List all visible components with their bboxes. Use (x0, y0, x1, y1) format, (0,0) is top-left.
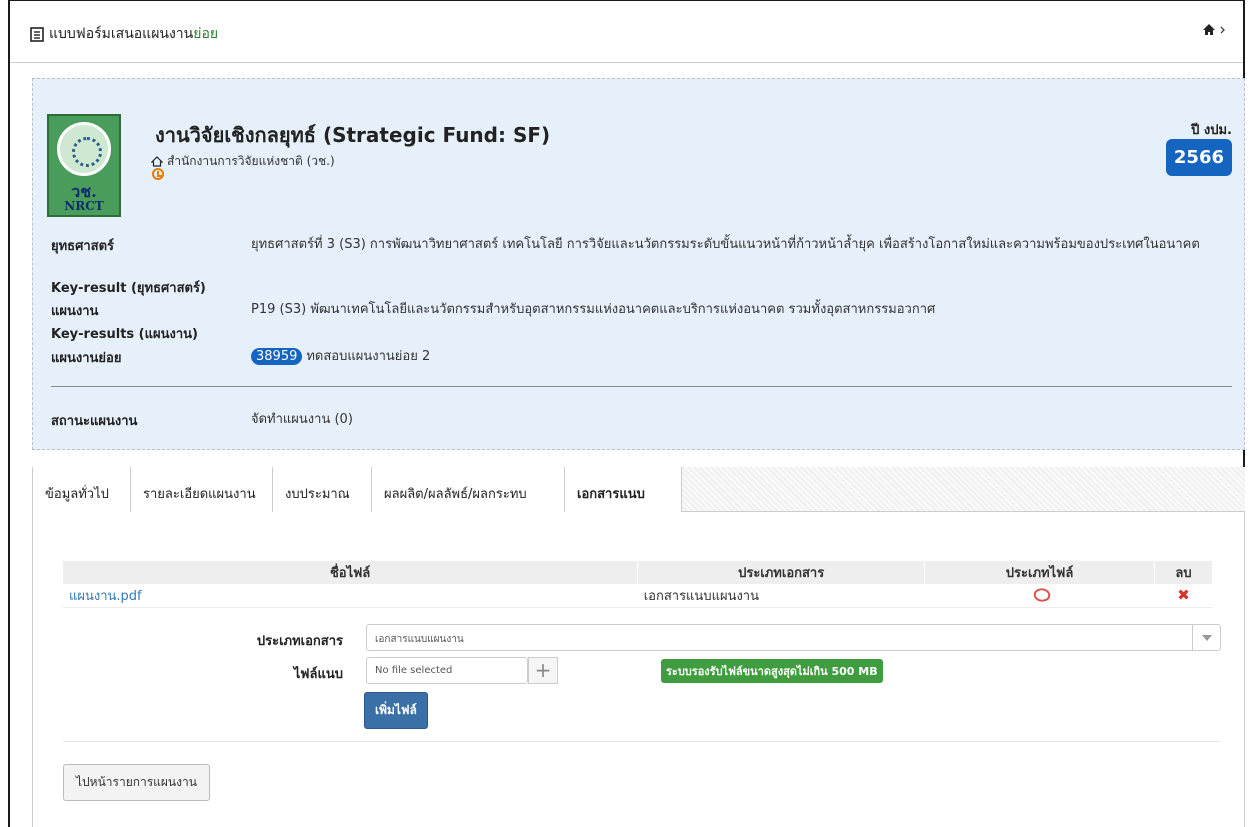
kr-plan-label: Key-results (แผนงาน) (51, 327, 198, 342)
year-label: ปี งปม. (1191, 123, 1232, 138)
logo-text: NRCT (64, 199, 104, 213)
tab-bar: ข้อมูลทั่วไป รายละเอียดแผนงาน งบประมาณ ผ… (32, 467, 1245, 513)
file-type-cell (924, 584, 1155, 608)
status-row: สถานะแผนงาน จัดทำแผนงาน (0) (51, 410, 353, 431)
table-header-row: ชื่อไฟล์ ประเภทเอกสาร ประเภทไฟล์ ลบ (63, 561, 1214, 584)
tab-budget[interactable]: งบประมาณ (273, 467, 372, 512)
delete-cell: ✖ (1154, 584, 1213, 608)
agency-name: สำนักงานการวิจัยแห่งชาติ (วช.) (167, 154, 335, 168)
subplan-value: 38959 ทดสอบแผนงานย่อย 2 (251, 347, 1211, 367)
strategy-value: ยุทธศาสตร์ที่ 3 (S3) การพัฒนาวิทยาศาสตร์… (251, 237, 1200, 252)
kr-strategy-row: Key-result (ยุทธศาสตร์) (51, 277, 206, 298)
divider (51, 386, 1232, 387)
logo-seal (57, 122, 111, 176)
subplan-name: ทดสอบแผนงานย่อย 2 (306, 349, 431, 364)
tab-attachments[interactable]: เอกสารแนบ (565, 467, 682, 513)
tab-general[interactable]: ข้อมูลทั่วไป (32, 467, 131, 512)
col-doc-type: ประเภทเอกสาร (637, 561, 926, 584)
document-icon (30, 26, 44, 42)
doc-type-select[interactable]: เอกสารแนบแผนงาน (366, 624, 1221, 651)
col-delete: ลบ (1154, 561, 1214, 584)
nrct-logo: วช. NRCT (47, 114, 121, 217)
file-name-cell: แผนงาน.pdf (63, 584, 638, 608)
status-label: สถานะแผนงาน (51, 414, 138, 429)
year-badge: 2566 (1165, 139, 1232, 176)
add-file-button[interactable]: เพิ่มไฟล์ (364, 692, 428, 729)
doc-type-selected: เอกสารแนบแผนงาน (375, 634, 464, 645)
plan-row: แผนงาน P19 (S3) พัฒนาเทคโนโลยีและนวัตกรร… (51, 300, 935, 321)
plus-icon[interactable]: + (528, 657, 558, 684)
title-text: แบบฟอร์มเสนอแผนงาน (49, 26, 194, 42)
file-label: ไฟล์แนบ (293, 667, 343, 682)
fund-title: งานวิจัยเชิงกลยุทธ์ (Strategic Fund: SF) (155, 123, 551, 147)
delete-icon[interactable]: ✖ (1177, 586, 1190, 604)
tab-outputs[interactable]: ผลผลิต/ผลลัพธ์/ผลกระทบ (372, 467, 565, 512)
home-icon[interactable] (1202, 23, 1216, 36)
section-divider (63, 741, 1220, 742)
plan-info-panel: วช. NRCT งานวิจัยเชิงกลยุทธ์ (Strategic … (32, 78, 1245, 450)
size-limit-badge: ระบบรองรับไฟล์ขนาดสูงสุดไม่เกิน 500 MB (661, 659, 883, 683)
file-input[interactable]: No file selected (366, 657, 528, 684)
doc-type-label: ประเภทเอกสาร (256, 634, 343, 649)
kr-strategy-label: Key-result (ยุทธศาสตร์) (51, 281, 206, 296)
caret-down-icon[interactable] (1192, 625, 1220, 650)
attachments-content: ชื่อไฟล์ ประเภทเอกสาร ประเภทไฟล์ ลบ แผนง… (32, 512, 1245, 827)
pdf-icon (1032, 586, 1048, 600)
strategy-row: ยุทธศาสตร์ ยุทธศาสตร์ที่ 3 (S3) การพัฒนา… (51, 235, 1200, 256)
col-filename: ชื่อไฟล์ (63, 561, 639, 584)
chevron-right-icon (1220, 26, 1225, 33)
subplan-label: แผนงานย่อย (51, 351, 122, 366)
subplan-row: แผนงานย่อย 38959 ทดสอบแผนงานย่อย 2 (51, 347, 430, 368)
status-value: จัดทำแผนงาน (0) (251, 412, 353, 427)
app-frame: แบบฟอร์มเสนอแผนงานย่อย วช. NRCT งานวิจัย… (8, 0, 1245, 827)
clock-icon (152, 168, 164, 180)
col-file-type: ประเภทไฟล์ (924, 561, 1155, 584)
page-title: แบบฟอร์มเสนอแผนงานย่อย (30, 23, 218, 45)
home-outline-icon (151, 156, 163, 167)
file-link[interactable]: แผนงาน.pdf (69, 589, 142, 604)
agency: สำนักงานการวิจัยแห่งชาติ (วช.) (151, 152, 335, 171)
home-nav[interactable] (1202, 23, 1225, 36)
plan-label: แผนงาน (51, 304, 99, 319)
strategy-label: ยุทธศาสตร์ (51, 239, 115, 254)
subplan-id-badge: 38959 (251, 348, 303, 365)
kr-plan-row: Key-results (แผนงาน) (51, 323, 198, 344)
page-header: แบบฟอร์มเสนอแผนงานย่อย (10, 1, 1243, 63)
tab-details[interactable]: รายละเอียดแผนงาน (131, 467, 273, 512)
table-row: แผนงาน.pdf เอกสารแนบแผนงาน ✖ (63, 584, 1213, 608)
back-to-list-button[interactable]: ไปหน้ารายการแผนงาน (63, 764, 210, 801)
doc-type-cell: เอกสารแนบแผนงาน (637, 584, 925, 608)
files-table: ชื่อไฟล์ ประเภทเอกสาร ประเภทไฟล์ ลบ แผนง… (63, 561, 1214, 608)
title-accent: ย่อย (193, 26, 219, 42)
plan-value: P19 (S3) พัฒนาเทคโนโลยีและนวัตกรรมสำหรับ… (251, 302, 936, 317)
